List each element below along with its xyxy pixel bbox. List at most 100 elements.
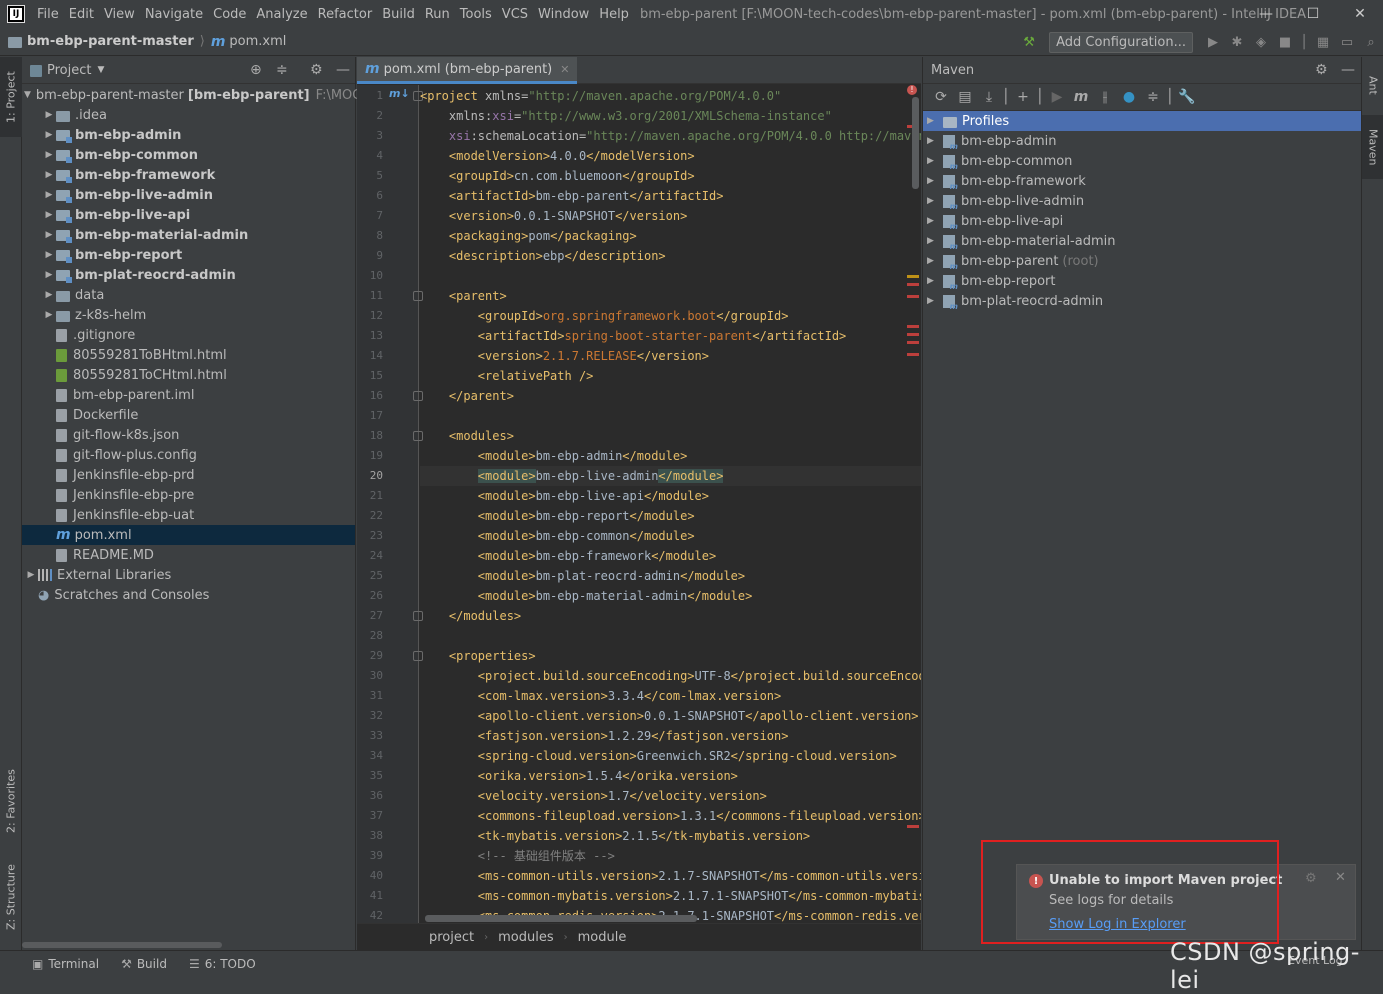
tree-item[interactable]: ▶ .idea — [22, 105, 355, 125]
horizontal-scrollbar[interactable] — [22, 942, 222, 948]
expand-arrow-icon[interactable]: ▶ — [42, 210, 56, 220]
gear-icon[interactable]: ⚙ — [1315, 62, 1328, 78]
maven-project-item[interactable]: ▶ bm-ebp-live-admin — [923, 191, 1361, 211]
expand-arrow-icon[interactable]: ▶ — [927, 236, 943, 246]
code-line[interactable]: <module>bm-ebp-report</module> — [420, 506, 695, 526]
external-libraries[interactable]: ▶ External Libraries — [22, 565, 355, 585]
tree-item[interactable]: Dockerfile — [22, 405, 355, 425]
code-line[interactable]: <ms-common-mybatis.version>2.1.7.1-SNAPS… — [420, 886, 921, 906]
code-line[interactable]: <module>bm-ebp-live-admin</module> — [420, 466, 921, 486]
menu-refactor[interactable]: Refactor — [313, 7, 378, 22]
expand-arrow-icon[interactable]: ▶ — [927, 276, 943, 286]
tree-item[interactable]: ▶ bm-ebp-live-api — [22, 205, 355, 225]
expand-arrow-icon[interactable]: ▶ — [42, 110, 56, 120]
editor-tab-pom[interactable]: m pom.xml (bm-ebp-parent) ✕ — [357, 57, 578, 84]
maven-project-item[interactable]: ▶ bm-ebp-report — [923, 271, 1361, 291]
error-mark[interactable] — [907, 295, 919, 298]
code-line[interactable]: <parent> — [420, 286, 507, 306]
menu-help[interactable]: Help — [594, 7, 634, 22]
run-icon[interactable]: ▶ — [1045, 85, 1069, 109]
tree-item[interactable]: m pom.xml — [22, 525, 355, 545]
code-line[interactable]: <ms-common-utils.version>2.1.7-SNAPSHOT<… — [420, 866, 921, 886]
code-line[interactable]: <project xmlns="http://maven.apache.org/… — [420, 86, 781, 106]
expand-arrow-icon[interactable]: ▶ — [24, 570, 38, 580]
toggle-offline-icon[interactable]: ⫲ — [1093, 85, 1117, 109]
code-line[interactable]: <module>bm-ebp-common</module> — [420, 526, 695, 546]
expand-arrow-icon[interactable]: ▶ — [927, 116, 943, 126]
tree-item[interactable]: bm-ebp-parent.iml — [22, 385, 355, 405]
code-line[interactable]: <module>bm-plat-reocrd-admin</module> — [420, 566, 745, 586]
tree-item[interactable]: ▶ bm-ebp-admin — [22, 125, 355, 145]
tree-item[interactable]: 80559281ToCHtml.html — [22, 365, 355, 385]
maven-project-item[interactable]: ▶ bm-ebp-material-admin — [923, 231, 1361, 251]
skip-tests-icon[interactable]: ● — [1117, 85, 1141, 109]
close-window-button[interactable]: ✕ — [1337, 0, 1383, 28]
gear-icon[interactable]: ⚙ — [310, 62, 323, 78]
expand-arrow-icon[interactable]: ▶ — [42, 290, 56, 300]
show-log-link[interactable]: Show Log in Explorer — [1049, 917, 1186, 932]
collapse-all-icon[interactable]: ≑ — [1141, 85, 1165, 109]
locate-icon[interactable]: ⊕ — [250, 62, 262, 78]
maven-project-item[interactable]: ▶ bm-ebp-parent(root) — [923, 251, 1361, 271]
tree-root[interactable]: ▼ bm-ebp-parent-master [bm-ebp-parent] F… — [22, 85, 363, 105]
code-area[interactable]: <project xmlns="http://maven.apache.org/… — [420, 85, 921, 923]
menu-window[interactable]: Window — [533, 7, 594, 22]
wrench-icon[interactable]: 🔧 — [1175, 85, 1199, 109]
tree-item[interactable]: ▶ data — [22, 285, 355, 305]
maven-gutter-icon[interactable]: m↓ — [389, 87, 410, 100]
reload-icon[interactable]: ⟳ — [929, 85, 953, 109]
project-view-selector[interactable]: Project — [47, 63, 91, 78]
ant-tool-tab[interactable]: Ant — [1362, 61, 1383, 109]
close-notification-icon[interactable]: ✕ — [1335, 870, 1346, 885]
maven-project-item[interactable]: ▶ bm-ebp-admin — [923, 131, 1361, 151]
expand-arrow-icon[interactable]: ▶ — [42, 130, 56, 140]
tree-item[interactable]: ▶ bm-ebp-material-admin — [22, 225, 355, 245]
code-line[interactable]: <com-lmax.version>3.3.4</com-lmax.versio… — [420, 686, 781, 706]
vertical-scrollbar[interactable] — [912, 97, 919, 189]
search-everywhere-icon[interactable]: ⌕ — [1359, 30, 1383, 54]
code-line[interactable]: <artifactId>bm-ebp-parent</artifactId> — [420, 186, 724, 206]
expand-arrow-icon[interactable]: ▶ — [927, 296, 943, 306]
download-icon[interactable]: ⤓ — [977, 85, 1001, 109]
code-line[interactable]: <module>bm-ebp-live-api</module> — [420, 486, 709, 506]
code-line[interactable]: <packaging>pom</packaging> — [420, 226, 637, 246]
run-icon[interactable]: ▶ — [1201, 30, 1225, 54]
editor-breadcrumb-item[interactable]: project — [429, 930, 474, 945]
code-line[interactable]: <properties> — [420, 646, 536, 666]
code-line[interactable]: <module>bm-ebp-framework</module> — [420, 546, 716, 566]
tree-item[interactable]: Jenkinsfile-ebp-uat — [22, 505, 355, 525]
expand-arrow-icon[interactable]: ▶ — [927, 256, 943, 266]
code-line[interactable]: <module>bm-ebp-admin</module> — [420, 446, 688, 466]
menu-analyze[interactable]: Analyze — [251, 7, 312, 22]
expand-arrow-icon[interactable]: ▶ — [927, 156, 943, 166]
expand-arrow-icon[interactable]: ▶ — [927, 176, 943, 186]
build-hammer-icon[interactable]: ⚒ — [1017, 30, 1041, 54]
favorites-tool-tab[interactable]: 2: Favorites — [0, 757, 22, 845]
error-mark[interactable] — [907, 325, 919, 328]
todo-tab[interactable]: ☰ 6: TODO — [189, 957, 256, 971]
code-line[interactable]: <description>ebp</description> — [420, 246, 666, 266]
expand-arrow-icon[interactable]: ▶ — [42, 170, 56, 180]
menu-run[interactable]: Run — [420, 7, 455, 22]
project-structure-icon[interactable]: ▦ — [1311, 30, 1335, 54]
maven-profiles[interactable]: ▶ Profiles — [923, 111, 1361, 131]
code-line[interactable]: <commons-fileupload.version>1.3.1</commo… — [420, 806, 921, 826]
tree-item[interactable]: Jenkinsfile-ebp-prd — [22, 465, 355, 485]
error-indicator-icon[interactable]: ! — [907, 85, 917, 95]
code-line[interactable]: <orika.version>1.5.4</orika.version> — [420, 766, 738, 786]
expand-arrow-icon[interactable]: ▶ — [42, 150, 56, 160]
expand-arrow-icon[interactable]: ▶ — [42, 250, 56, 260]
code-line[interactable]: <module>bm-ebp-material-admin</module> — [420, 586, 753, 606]
tree-item[interactable]: .gitignore — [22, 325, 355, 345]
stop-icon[interactable]: ■ — [1273, 30, 1297, 54]
chevron-down-icon[interactable]: ▼ — [97, 65, 104, 75]
tree-item[interactable]: 80559281ToBHtml.html — [22, 345, 355, 365]
breadcrumb-root[interactable]: bm-ebp-parent-master — [27, 34, 194, 49]
tree-item[interactable]: Jenkinsfile-ebp-pre — [22, 485, 355, 505]
scratches-and-consoles[interactable]: ◕ Scratches and Consoles — [22, 585, 355, 605]
structure-tool-tab[interactable]: Z: Structure — [0, 853, 22, 941]
debug-icon[interactable]: ✱ — [1225, 30, 1249, 54]
breadcrumb-file[interactable]: pom.xml — [229, 34, 286, 49]
maven-project-item[interactable]: ▶ bm-plat-reocrd-admin — [923, 291, 1361, 311]
tree-item[interactable]: README.MD — [22, 545, 355, 565]
